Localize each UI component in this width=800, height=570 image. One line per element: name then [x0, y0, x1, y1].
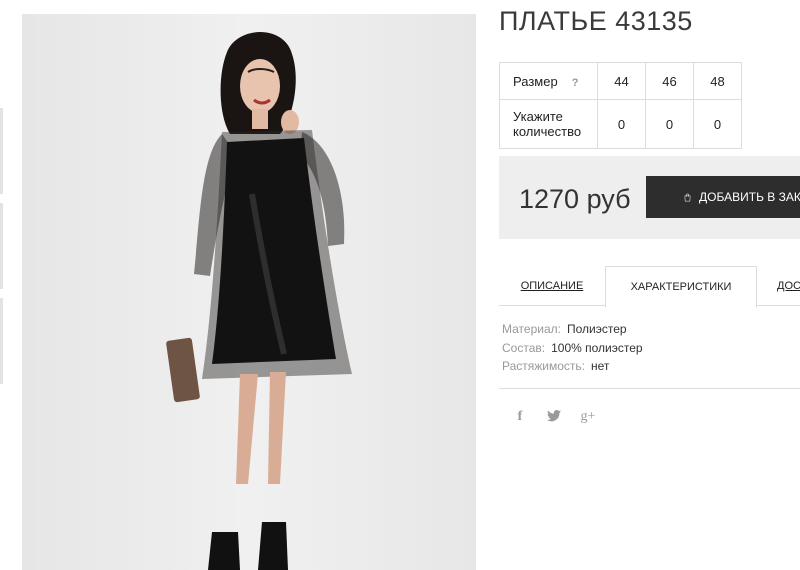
shopping-bag-icon — [684, 193, 691, 201]
tab-delivery[interactable]: ДОСТАВКА — [777, 266, 800, 305]
quantity-input-48[interactable]: 0 — [693, 99, 742, 149]
tab-delivery-label: ДОСТАВКА — [777, 279, 800, 292]
twitter-bird-icon — [547, 410, 561, 422]
thumbnail-2[interactable] — [0, 203, 3, 289]
size-label: Размер — [513, 73, 558, 89]
google-plus-icon[interactable]: g+ — [580, 409, 596, 425]
quantity-input-44[interactable]: 0 — [597, 99, 646, 149]
product-photo[interactable] — [22, 14, 476, 570]
size-46: 46 — [645, 62, 694, 100]
tab-characteristics-label: ХАРАКТЕРИСТИКИ — [630, 281, 732, 293]
product-title: ПЛАТЬЕ 43135 — [499, 6, 693, 36]
spec-key: Состав: — [502, 340, 546, 355]
add-to-cart-button[interactable]: ДОБАВИТЬ В ЗАКАЗ — [646, 176, 800, 218]
spec-key: Материал: — [502, 322, 561, 336]
facebook-icon[interactable]: f — [512, 409, 528, 425]
spec-row: Состав: 100% полиэстер — [502, 339, 643, 358]
spec-value: нет — [591, 359, 610, 373]
tab-characteristics[interactable]: ХАРАКТЕРИСТИКИ — [605, 266, 757, 308]
add-to-cart-label: ДОБАВИТЬ В ЗАКАЗ — [699, 190, 800, 204]
divider — [499, 388, 800, 389]
tab-description[interactable]: ОПИСАНИЕ — [499, 266, 605, 305]
quantity-label: Укажите количество — [499, 99, 598, 149]
spec-value: Полиэстер — [566, 322, 627, 336]
spec-row: Материал: Полиэстер — [502, 320, 643, 339]
social-share: f g+ — [512, 409, 596, 425]
size-label-cell: Размер? — [499, 62, 598, 100]
spec-key: Растяжимость: — [502, 359, 586, 373]
specs-list: Материал: Полиэстер Состав: 100% полиэстер… — [502, 320, 643, 376]
twitter-icon[interactable] — [546, 409, 562, 425]
thumbnail-3[interactable] — [0, 298, 3, 384]
size-44: 44 — [597, 62, 646, 100]
size-48: 48 — [693, 62, 742, 100]
spec-value: 100% полиэстер — [551, 340, 643, 355]
spec-row: Растяжимость: нет — [502, 357, 643, 376]
price-box: 1270 руб ДОБАВИТЬ В ЗАКАЗ — [499, 156, 800, 239]
price: 1270 руб — [519, 184, 631, 214]
help-icon[interactable]: ? — [572, 77, 579, 89]
quantity-input-46[interactable]: 0 — [645, 99, 694, 149]
size-table: Размер? 44 46 48 Укажите количество 0 0 … — [499, 62, 742, 149]
thumbnail-1[interactable] — [0, 108, 3, 194]
product-photo-illustration — [166, 32, 352, 570]
product-tabs: ОПИСАНИЕ ХАРАКТЕРИСТИКИ ДОСТАВКА — [499, 266, 800, 308]
tab-description-label: ОПИСАНИЕ — [520, 279, 584, 292]
